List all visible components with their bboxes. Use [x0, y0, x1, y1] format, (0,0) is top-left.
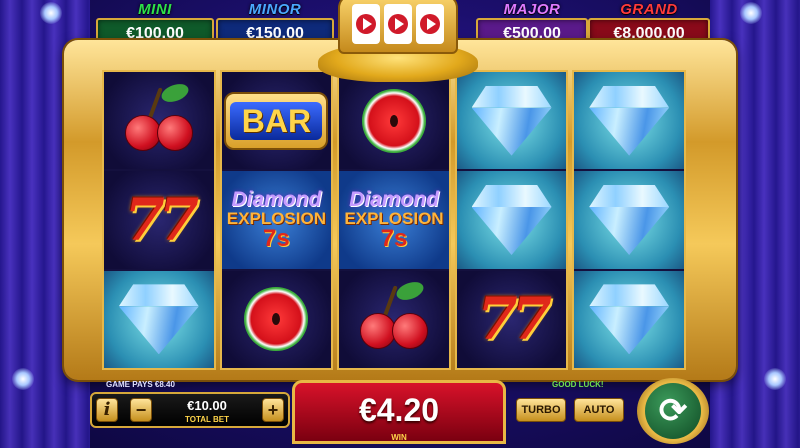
bet-panel: i − €10.00 TOTAL BET + — [90, 392, 290, 428]
seven-symbol-cell: 77 — [456, 270, 567, 368]
diamond-explosion-logo: Diamond EXPLOSION 7s — [344, 189, 443, 251]
logo-line-3: 7s — [380, 224, 408, 252]
machine-reel — [352, 4, 380, 44]
seven-symbol-cell: 77 — [104, 171, 214, 269]
win-display: €4.20 WIN — [292, 380, 506, 444]
reel-1: 77 — [102, 70, 216, 370]
diamond-icon — [583, 184, 675, 255]
cherry-symbol-cell — [104, 72, 214, 170]
logo-line-1: Diamond — [349, 187, 439, 211]
good-luck-text: GOOD LUCK! — [552, 380, 604, 389]
logo-line-1: Diamond — [231, 187, 322, 211]
game-pays-text: GAME PAYS €8.40 — [106, 380, 175, 389]
jackpot-grand-label: GRAND — [620, 1, 678, 18]
total-bet-display: €10.00 TOTAL BET — [156, 398, 258, 424]
bar-label: BAR — [230, 101, 323, 140]
diamond-symbol-cell — [574, 171, 684, 269]
win-value: €4.20 — [358, 392, 440, 428]
stage-light — [40, 2, 62, 24]
refresh-arrows-icon: ⟳ — [645, 383, 701, 439]
cherry-icon — [119, 80, 199, 157]
diamond-icon — [466, 184, 558, 255]
jackpot-minor-label: MINOR — [248, 1, 302, 18]
watermelon-icon — [361, 88, 426, 153]
machine-reel — [416, 4, 444, 44]
reel-grid: 77 BAR Diamond EXPLOSION 7s Diamond EXPLOSION 7… — [102, 70, 686, 370]
diamond-explosion-logo: Diamond EXPLOSION 7s — [227, 189, 326, 251]
decrease-bet-button[interactable]: − — [130, 398, 152, 422]
watermelon-icon — [244, 287, 309, 352]
diamond-icon — [583, 284, 675, 355]
stage-light — [740, 2, 762, 24]
play-icon — [420, 14, 440, 34]
auto-button[interactable]: AUTO — [574, 398, 624, 422]
reel-4: 77 — [454, 70, 569, 370]
diamond-symbol-cell — [104, 270, 214, 368]
win-label: WIN — [391, 433, 407, 442]
diamond-symbol-cell — [456, 171, 567, 269]
play-icon — [356, 14, 376, 34]
info-button[interactable]: i — [96, 398, 118, 422]
mini-slot-machine — [338, 0, 458, 54]
increase-bet-button[interactable]: + — [262, 398, 284, 422]
watermelon-symbol-cell — [339, 72, 449, 170]
seven-icon: 77 — [477, 285, 552, 354]
reel-2: BAR Diamond EXPLOSION 7s — [219, 70, 334, 370]
cherry-symbol-cell — [339, 270, 449, 368]
diamond-icon — [113, 284, 205, 355]
watermelon-symbol-cell — [221, 270, 332, 368]
diamond-symbol-cell — [574, 270, 684, 368]
diamond-icon — [583, 85, 675, 156]
machine-reel — [384, 4, 412, 44]
spin-button[interactable]: ⟳ — [637, 378, 709, 444]
reel-5 — [572, 70, 686, 370]
total-bet-label: TOTAL BET — [185, 415, 229, 424]
slot-machine-logo — [318, 0, 478, 86]
jackpot-major-label: MAJOR — [503, 1, 561, 18]
logo-line-3: 7s — [263, 224, 290, 252]
jackpot-mini-label: MINI — [138, 1, 172, 18]
bar-icon: BAR — [224, 91, 329, 150]
play-icon — [388, 14, 408, 34]
control-bar: GAME PAYS €8.40 GOOD LUCK! i − €10.00 TO… — [0, 378, 800, 448]
seven-icon: 77 — [124, 185, 199, 254]
diamond-symbol-cell — [456, 72, 567, 170]
bar-symbol-cell: BAR — [221, 72, 332, 170]
turbo-button[interactable]: TURBO — [516, 398, 566, 422]
cherry-icon — [354, 279, 434, 355]
total-bet-value: €10.00 — [187, 398, 227, 413]
logo-symbol-cell: Diamond EXPLOSION 7s — [221, 171, 332, 269]
reel-3: Diamond EXPLOSION 7s — [337, 70, 451, 370]
diamond-symbol-cell — [574, 72, 684, 170]
logo-symbol-cell: Diamond EXPLOSION 7s — [339, 171, 449, 269]
diamond-icon — [466, 85, 558, 156]
